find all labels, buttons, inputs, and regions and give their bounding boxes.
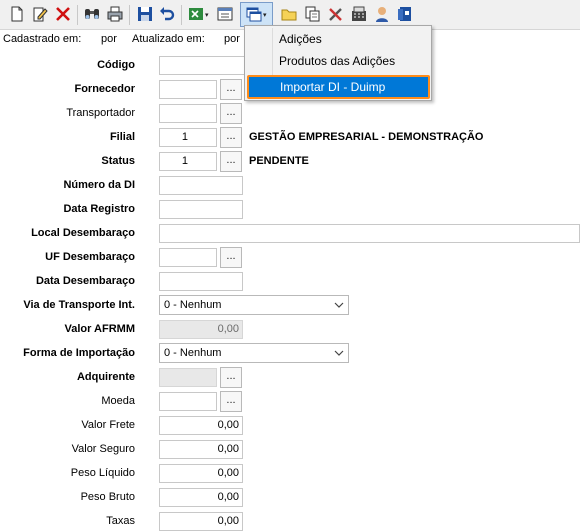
- peso-bruto-label: Peso Bruto: [80, 491, 135, 503]
- moeda-input[interactable]: [159, 392, 217, 411]
- forma-importacao-value: 0 - Nenhum: [164, 347, 222, 359]
- uf-desembaraco-lookup-button[interactable]: ...: [220, 247, 242, 268]
- valor-afrmm-label: Valor AFRMM: [64, 323, 136, 335]
- taxas-label: Taxas: [106, 515, 135, 527]
- new-document-icon[interactable]: [8, 5, 26, 23]
- valor-frete-label: Valor Frete: [81, 419, 135, 431]
- chevron-down-icon[interactable]: ▾: [263, 12, 268, 19]
- forma-importacao-select[interactable]: 0 - Nenhum: [159, 343, 349, 363]
- edit-document-icon[interactable]: [31, 5, 49, 23]
- spreadsheet-export-icon[interactable]: [187, 5, 205, 23]
- adquirente-lookup-button[interactable]: ...: [220, 367, 242, 388]
- valor-frete-input[interactable]: 0,00: [159, 416, 243, 435]
- data-desembaraco-input[interactable]: [159, 272, 243, 291]
- adquirente-label: Adquirente: [76, 371, 135, 383]
- tools-icon[interactable]: [327, 5, 345, 23]
- via-transporte-select[interactable]: 0 - Nenhum: [159, 295, 349, 315]
- transportador-lookup-button[interactable]: ...: [220, 103, 242, 124]
- fornecedor-lookup-button[interactable]: ...: [220, 79, 242, 100]
- uf-desembaraco-input[interactable]: [159, 248, 217, 267]
- copy-pages-icon[interactable]: [303, 5, 321, 23]
- binoculars-search-icon[interactable]: [83, 5, 101, 23]
- calendar-form-icon[interactable]: [216, 5, 234, 23]
- numero-di-label: Número da DI: [63, 179, 135, 191]
- local-desembaraco-input[interactable]: [159, 224, 580, 243]
- data-desembaraco-label: Data Desembaraço: [35, 275, 135, 287]
- filial-description: GESTÃO EMPRESARIAL - DEMONSTRAÇÃO: [249, 131, 484, 143]
- transportador-label: Transportador: [66, 107, 135, 119]
- delete-icon[interactable]: [54, 5, 72, 23]
- peso-bruto-input[interactable]: 0,00: [159, 488, 243, 507]
- folder-icon[interactable]: [280, 5, 298, 23]
- fornecedor-label: Fornecedor: [74, 83, 135, 95]
- codigo-input[interactable]: [159, 56, 249, 75]
- valor-seguro-label: Valor Seguro: [71, 443, 135, 455]
- chevron-down-icon: [334, 302, 344, 308]
- print-icon[interactable]: [106, 5, 124, 23]
- menu-item-adicoes[interactable]: Adições: [279, 32, 322, 46]
- filial-input[interactable]: 1: [159, 128, 217, 147]
- windows-dropdown-menu: Adições Produtos das Adições Importar DI…: [244, 25, 432, 101]
- moeda-label: Moeda: [101, 395, 135, 407]
- filial-label: Filial: [109, 131, 135, 143]
- status-input[interactable]: 1: [159, 152, 217, 171]
- codigo-label: Código: [97, 59, 135, 71]
- moeda-lookup-button[interactable]: ...: [220, 391, 242, 412]
- menu-item-importar-label: Importar DI - Duimp: [280, 80, 386, 94]
- peso-liquido-label: Peso Líquido: [70, 467, 135, 479]
- chevron-down-icon[interactable]: ▾: [205, 12, 210, 19]
- status-description: PENDENTE: [249, 155, 309, 167]
- via-transporte-value: 0 - Nenhum: [164, 299, 222, 311]
- uf-desembaraco-label: UF Desembaraço: [45, 251, 135, 263]
- taxas-input[interactable]: 0,00: [159, 512, 243, 531]
- updated-by-label: por: [224, 33, 240, 45]
- forma-importacao-label: Forma de Importação: [23, 347, 135, 359]
- user-icon[interactable]: [373, 5, 391, 23]
- peso-liquido-input[interactable]: 0,00: [159, 464, 243, 483]
- status-lookup-button[interactable]: ...: [220, 151, 242, 172]
- updated-label: Atualizado em:: [132, 33, 205, 45]
- valor-seguro-input[interactable]: 0,00: [159, 440, 243, 459]
- status-label: Status: [101, 155, 135, 167]
- created-label: Cadastrado em:: [3, 33, 82, 45]
- data-registro-label: Data Registro: [63, 203, 135, 215]
- save-icon[interactable]: [136, 5, 154, 23]
- filial-lookup-button[interactable]: ...: [220, 127, 242, 148]
- fornecedor-input[interactable]: [159, 80, 217, 99]
- book-help-icon[interactable]: [396, 5, 414, 23]
- data-registro-input[interactable]: [159, 200, 243, 219]
- menu-item-importar-di-duimp[interactable]: Importar DI - Duimp: [247, 75, 430, 99]
- numero-di-input[interactable]: [159, 176, 243, 195]
- adquirente-input: [159, 368, 217, 387]
- local-desembaraco-label: Local Desembaraço: [31, 227, 135, 239]
- windows-menu-icon[interactable]: [245, 5, 263, 23]
- valor-afrmm-input: 0,00: [159, 320, 243, 339]
- calculator-icon[interactable]: [350, 5, 368, 23]
- transportador-input[interactable]: [159, 104, 217, 123]
- via-transporte-label: Via de Transporte Int.: [23, 299, 135, 311]
- created-by-label: por: [101, 33, 117, 45]
- menu-item-produtos-adicoes[interactable]: Produtos das Adições: [279, 54, 395, 68]
- chevron-down-icon: [334, 350, 344, 356]
- undo-icon[interactable]: [158, 5, 176, 23]
